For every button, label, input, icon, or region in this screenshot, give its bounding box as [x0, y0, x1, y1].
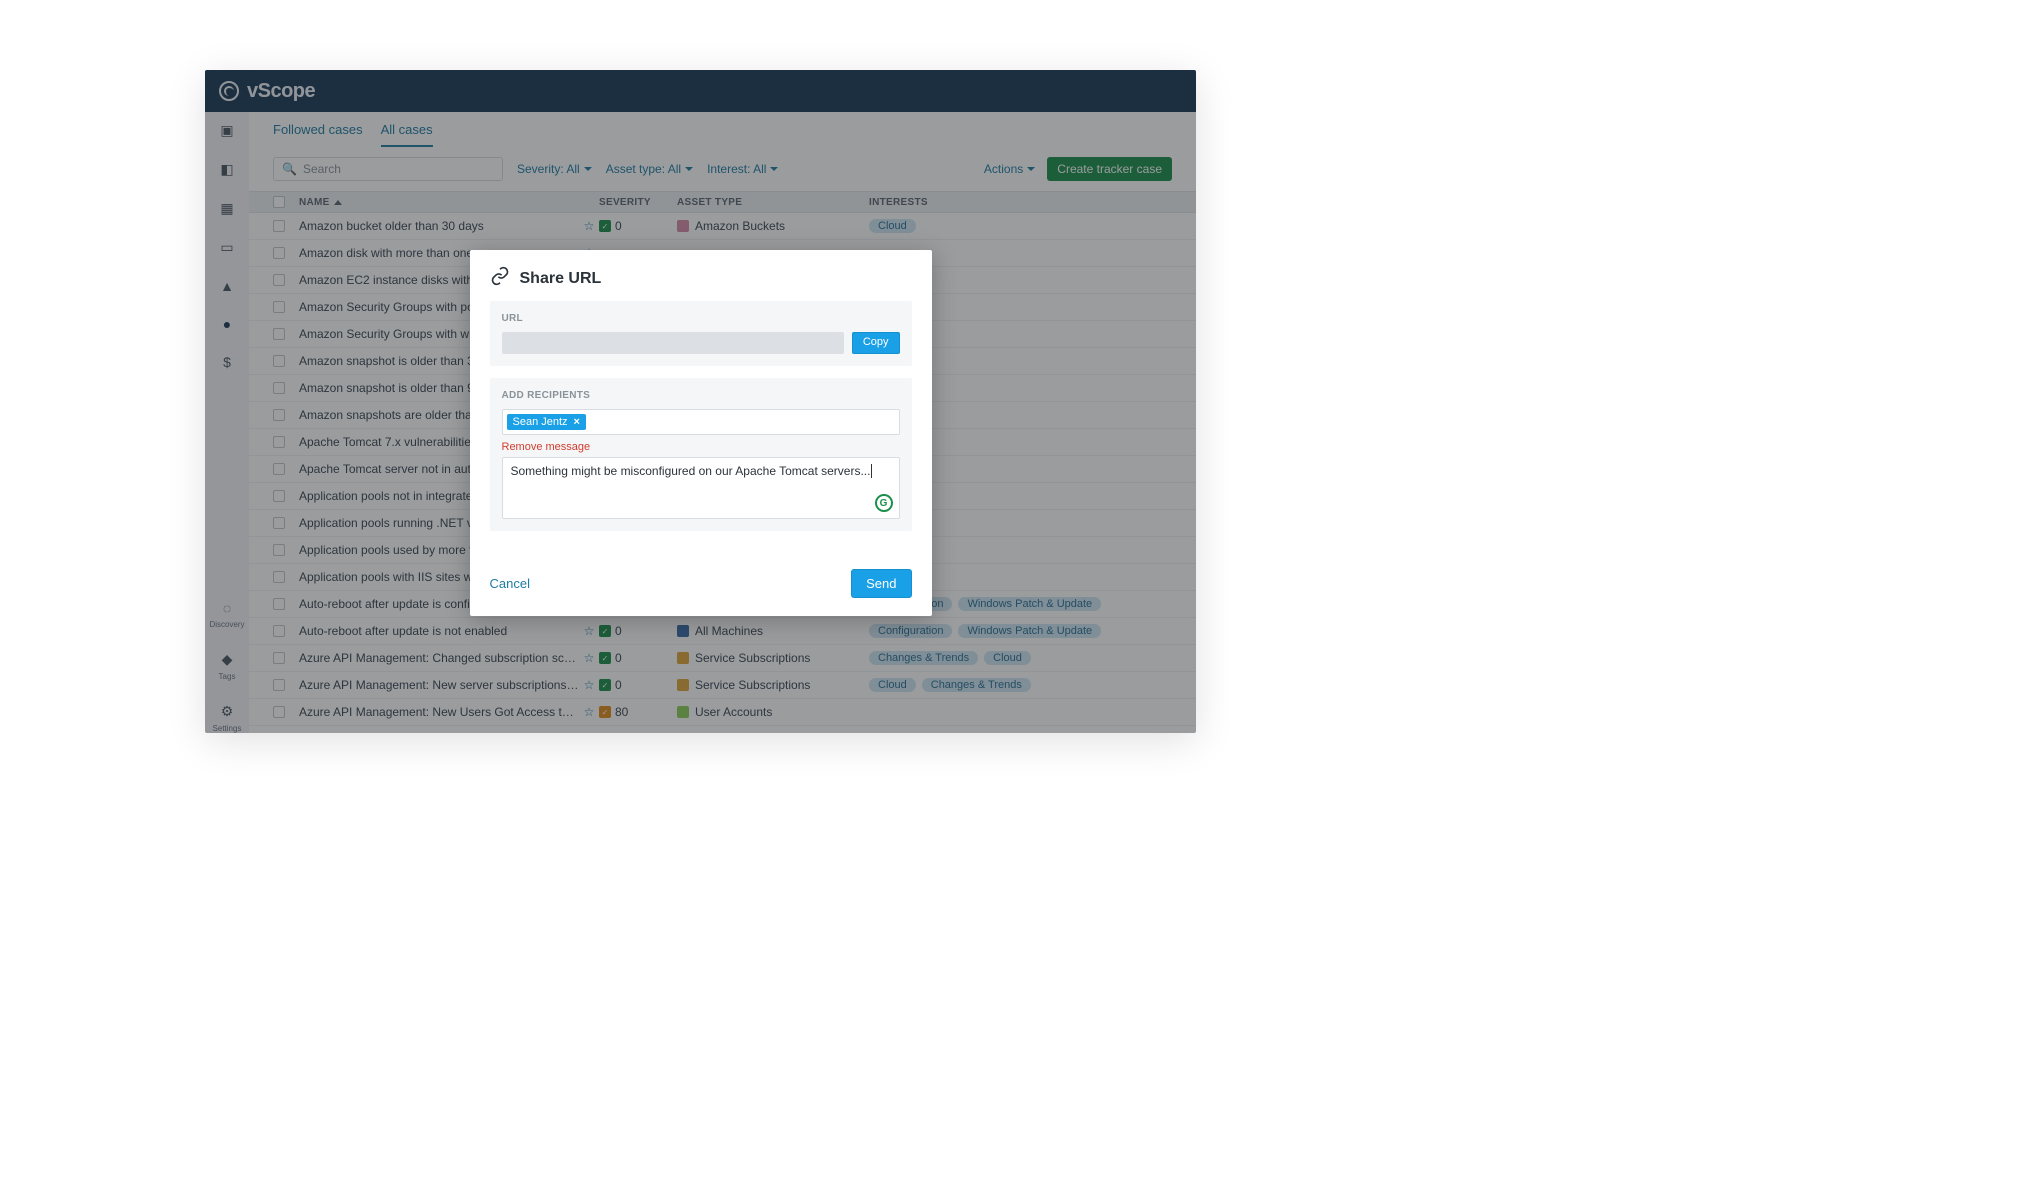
- url-section: URL Copy: [490, 301, 912, 366]
- grammarly-icon: G: [875, 494, 893, 512]
- recipients-section: ADD RECIPIENTS Sean Jentz × Remove messa…: [490, 378, 912, 531]
- copy-button[interactable]: Copy: [852, 332, 900, 354]
- modal-title: Share URL: [520, 270, 602, 288]
- share-url-modal: Share URL URL Copy ADD RECIPIENTS Sean J…: [470, 250, 932, 616]
- add-recipients-label: ADD RECIPIENTS: [502, 390, 900, 401]
- message-textarea[interactable]: Something might be misconfigured on our …: [502, 457, 900, 519]
- recipient-name: Sean Jentz: [513, 416, 568, 428]
- message-text: Something might be misconfigured on our …: [511, 464, 871, 478]
- recipient-chip[interactable]: Sean Jentz ×: [507, 414, 586, 430]
- remove-recipient-icon[interactable]: ×: [574, 416, 580, 428]
- remove-message-link[interactable]: Remove message: [502, 441, 900, 453]
- recipients-input[interactable]: Sean Jentz ×: [502, 409, 900, 435]
- link-icon: [490, 266, 510, 291]
- app-frame: vScope ▣ ◧ ▦ ▭ ▲ ● $ ◌ Discovery ◆ Tags …: [205, 70, 1196, 733]
- cancel-button[interactable]: Cancel: [490, 576, 530, 591]
- url-field[interactable]: [502, 332, 844, 354]
- url-label: URL: [502, 313, 900, 324]
- send-button[interactable]: Send: [851, 569, 911, 598]
